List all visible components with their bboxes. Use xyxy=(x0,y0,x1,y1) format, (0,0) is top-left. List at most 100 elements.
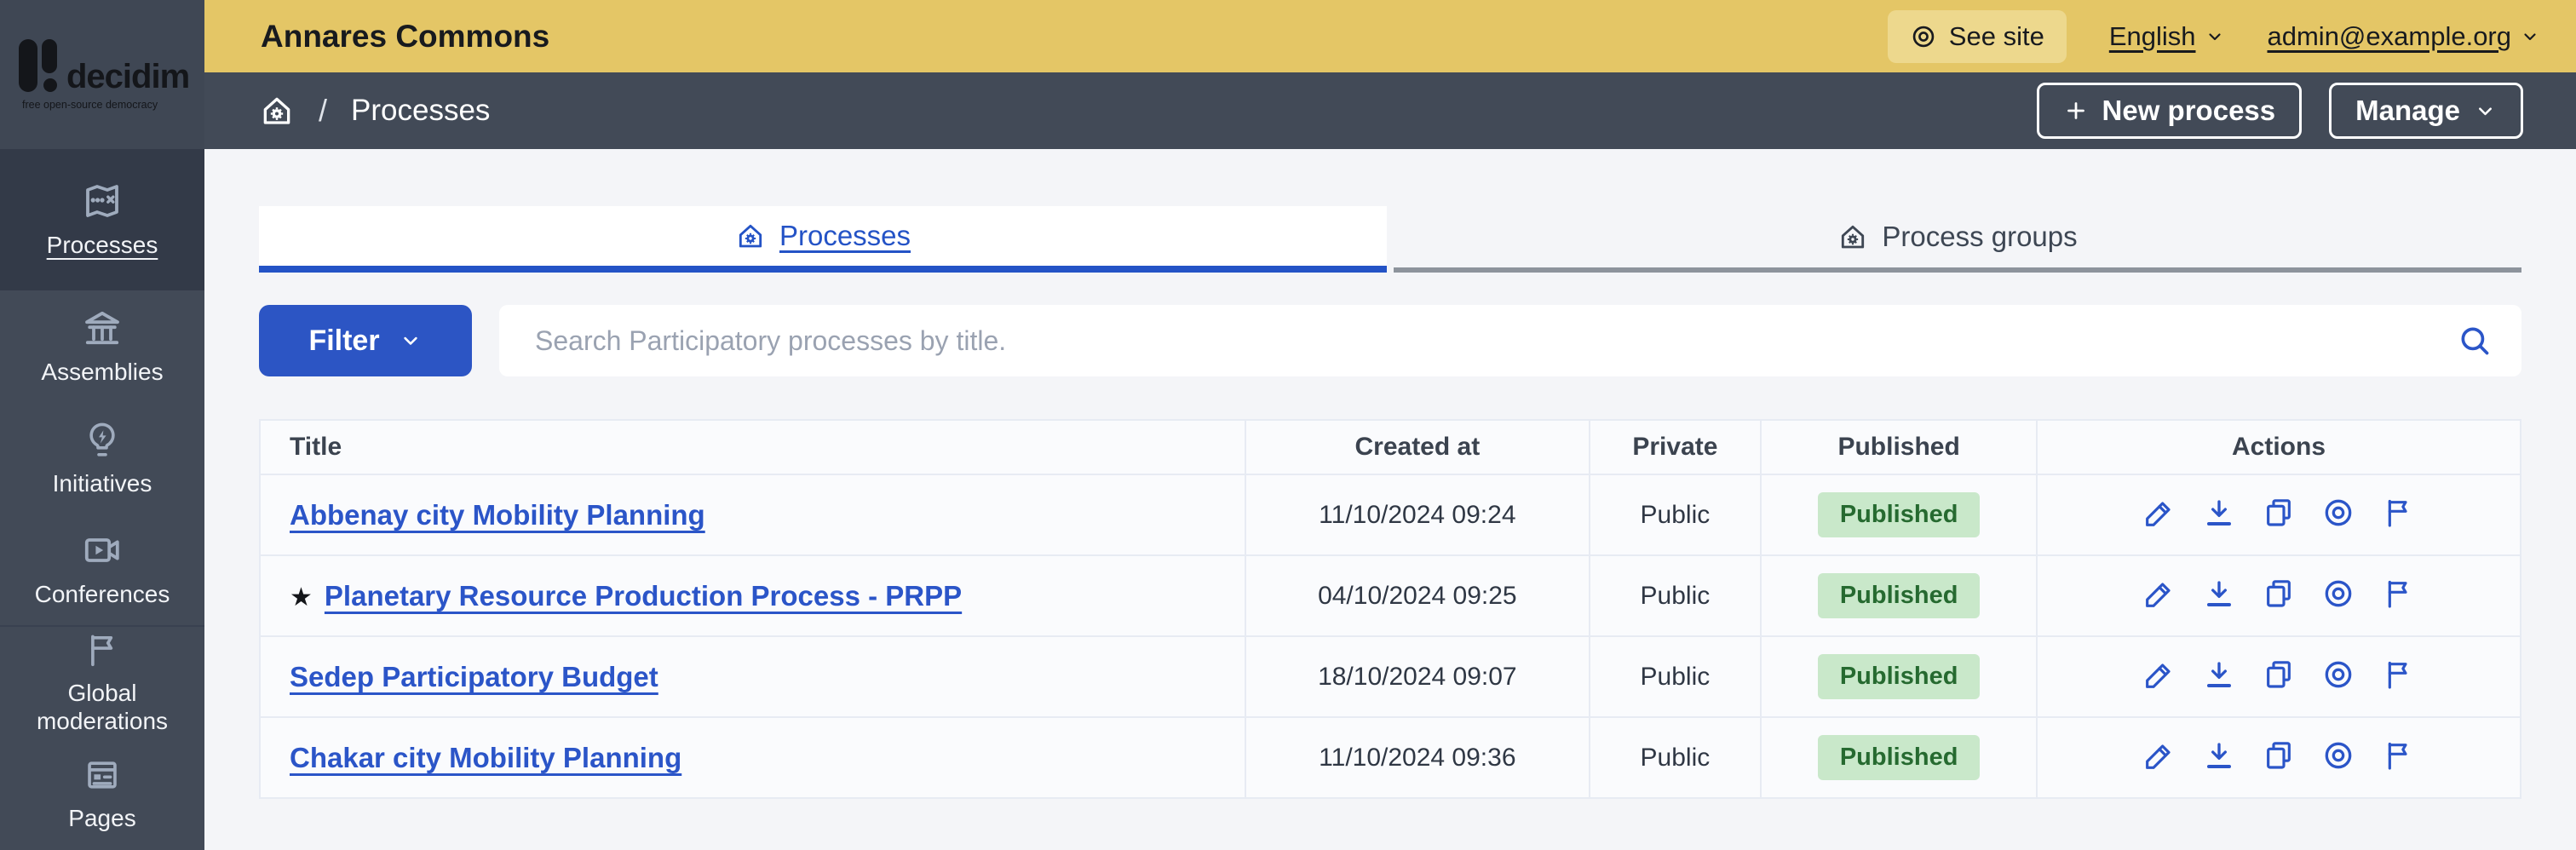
process-title-link[interactable]: Chakar city Mobility Planning xyxy=(290,742,681,773)
bank-icon xyxy=(82,307,123,348)
download-icon[interactable] xyxy=(2202,738,2236,772)
flag-icon[interactable] xyxy=(2381,496,2415,530)
chevron-down-icon xyxy=(2205,26,2225,47)
preview-eye-icon[interactable] xyxy=(2321,738,2355,772)
published-badge: Published xyxy=(1817,492,1981,537)
table-row: Sedep Participatory Budget 18/10/2024 09… xyxy=(258,635,2521,718)
flag-icon[interactable] xyxy=(2381,577,2415,611)
chevron-down-icon xyxy=(2520,26,2540,47)
filter-button[interactable]: Filter xyxy=(259,305,472,376)
column-header-actions: Actions xyxy=(2036,419,2521,475)
row-actions xyxy=(2142,658,2415,692)
table-header-row: Title Created at Private Published Actio… xyxy=(258,419,2521,475)
private-value: Public xyxy=(1640,581,1711,610)
copy-icon[interactable] xyxy=(2262,496,2296,530)
edit-pencil-icon[interactable] xyxy=(2142,658,2176,692)
new-process-label: New process xyxy=(2102,95,2276,126)
column-header-private: Private xyxy=(1588,419,1762,475)
breadcrumb-separator: / xyxy=(319,93,328,128)
processes-table: Title Created at Private Published Actio… xyxy=(258,419,2521,799)
user-email: admin@example.org xyxy=(2267,20,2512,51)
published-badge: Published xyxy=(1817,654,1981,699)
main-content: Processes Process groups Filter Title Cr… xyxy=(204,149,2576,850)
tab-processes[interactable]: Processes xyxy=(259,206,1387,273)
chevron-down-icon xyxy=(399,329,423,353)
admin-sidebar: Processes Assemblies Initiatives Confere… xyxy=(0,149,204,850)
table-row: Abbenay city Mobility Planning 11/10/202… xyxy=(258,474,2521,556)
manage-label: Manage xyxy=(2355,95,2460,126)
column-header-created-at: Created at xyxy=(1245,419,1590,475)
created-at-value: 11/10/2024 09:36 xyxy=(1319,743,1516,772)
home-icon[interactable] xyxy=(259,93,295,129)
decidim-logo-icon xyxy=(19,38,63,94)
published-badge: Published xyxy=(1817,573,1981,618)
organization-name: Annares Commons xyxy=(261,18,550,54)
row-actions xyxy=(2142,577,2415,611)
sidebar-item-pages[interactable]: Pages xyxy=(0,738,204,850)
pages-icon xyxy=(83,755,122,795)
treasure-map-icon xyxy=(82,181,123,221)
download-icon[interactable] xyxy=(2202,658,2236,692)
manage-dropdown-button[interactable]: Manage xyxy=(2329,83,2523,139)
column-header-title: Title xyxy=(258,419,1247,475)
search-input[interactable] xyxy=(499,305,2521,376)
sidebar-item-assemblies[interactable]: Assemblies xyxy=(0,290,204,402)
breadcrumb: / Processes xyxy=(259,93,490,129)
sidebar-item-processes[interactable]: Processes xyxy=(0,149,204,291)
filter-search-row: Filter xyxy=(259,305,2521,376)
see-site-label: See site xyxy=(1948,20,2044,51)
process-title-link[interactable]: Planetary Resource Production Process - … xyxy=(325,580,962,612)
private-value: Public xyxy=(1640,500,1711,529)
sidebar-item-initiatives[interactable]: Initiatives xyxy=(0,402,204,514)
language-dropdown[interactable]: English xyxy=(2109,21,2225,52)
filter-label: Filter xyxy=(308,324,380,357)
preview-eye-icon[interactable] xyxy=(2321,658,2355,692)
user-menu-dropdown[interactable]: admin@example.org xyxy=(2268,21,2541,52)
edit-pencil-icon[interactable] xyxy=(2142,738,2176,772)
search-icon[interactable] xyxy=(2457,323,2493,359)
process-title-link[interactable]: Sedep Participatory Budget xyxy=(290,661,658,692)
chevron-down-icon xyxy=(2474,100,2497,123)
home-gear-icon xyxy=(1837,221,1868,252)
see-site-button[interactable]: See site xyxy=(1887,9,2067,63)
admin-sub-bar: / Processes New process Manage xyxy=(204,72,2576,149)
logo-tagline: free open-source democracy xyxy=(22,98,158,111)
tab-bar: Processes Process groups xyxy=(259,206,2521,273)
sidebar-item-conferences[interactable]: Conferences xyxy=(0,514,204,625)
new-process-button[interactable]: New process xyxy=(2036,83,2303,139)
preview-eye-icon[interactable] xyxy=(2321,577,2355,611)
logo-block[interactable]: decidim free open-source democracy xyxy=(0,0,204,149)
flag-icon[interactable] xyxy=(2381,658,2415,692)
copy-icon[interactable] xyxy=(2262,658,2296,692)
created-at-value: 11/10/2024 09:24 xyxy=(1319,500,1516,529)
logo-brand: decidim xyxy=(66,57,190,95)
flag-icon[interactable] xyxy=(2381,738,2415,772)
top-bar: Annares Commons See site English admin@e… xyxy=(204,0,2576,72)
flag-icon xyxy=(83,630,122,669)
home-gear-icon xyxy=(735,221,766,251)
tab-process-groups[interactable]: Process groups xyxy=(1394,206,2521,273)
download-icon[interactable] xyxy=(2202,496,2236,530)
breadcrumb-page[interactable]: Processes xyxy=(351,94,490,128)
language-label: English xyxy=(2108,20,2196,51)
decidim-logo: decidim xyxy=(19,38,190,95)
row-actions xyxy=(2142,738,2415,772)
highlighted-star-icon: ★ xyxy=(290,583,313,612)
created-at-value: 18/10/2024 09:07 xyxy=(1318,662,1517,691)
download-icon[interactable] xyxy=(2202,577,2236,611)
lightbulb-flash-icon xyxy=(82,419,123,460)
preview-eye-icon[interactable] xyxy=(2321,496,2355,530)
created-at-value: 04/10/2024 09:25 xyxy=(1318,581,1517,610)
table-row: Chakar city Mobility Planning 11/10/2024… xyxy=(258,716,2521,799)
video-camera-icon xyxy=(82,530,123,571)
private-value: Public xyxy=(1640,743,1711,772)
edit-pencil-icon[interactable] xyxy=(2142,577,2176,611)
plus-icon xyxy=(2063,98,2089,123)
process-title-link[interactable]: Abbenay city Mobility Planning xyxy=(290,499,705,531)
copy-icon[interactable] xyxy=(2262,738,2296,772)
eye-icon xyxy=(1910,23,1937,50)
sidebar-item-global-moderations[interactable]: Global moderations xyxy=(0,627,204,738)
copy-icon[interactable] xyxy=(2262,577,2296,611)
edit-pencil-icon[interactable] xyxy=(2142,496,2176,530)
private-value: Public xyxy=(1640,662,1711,691)
